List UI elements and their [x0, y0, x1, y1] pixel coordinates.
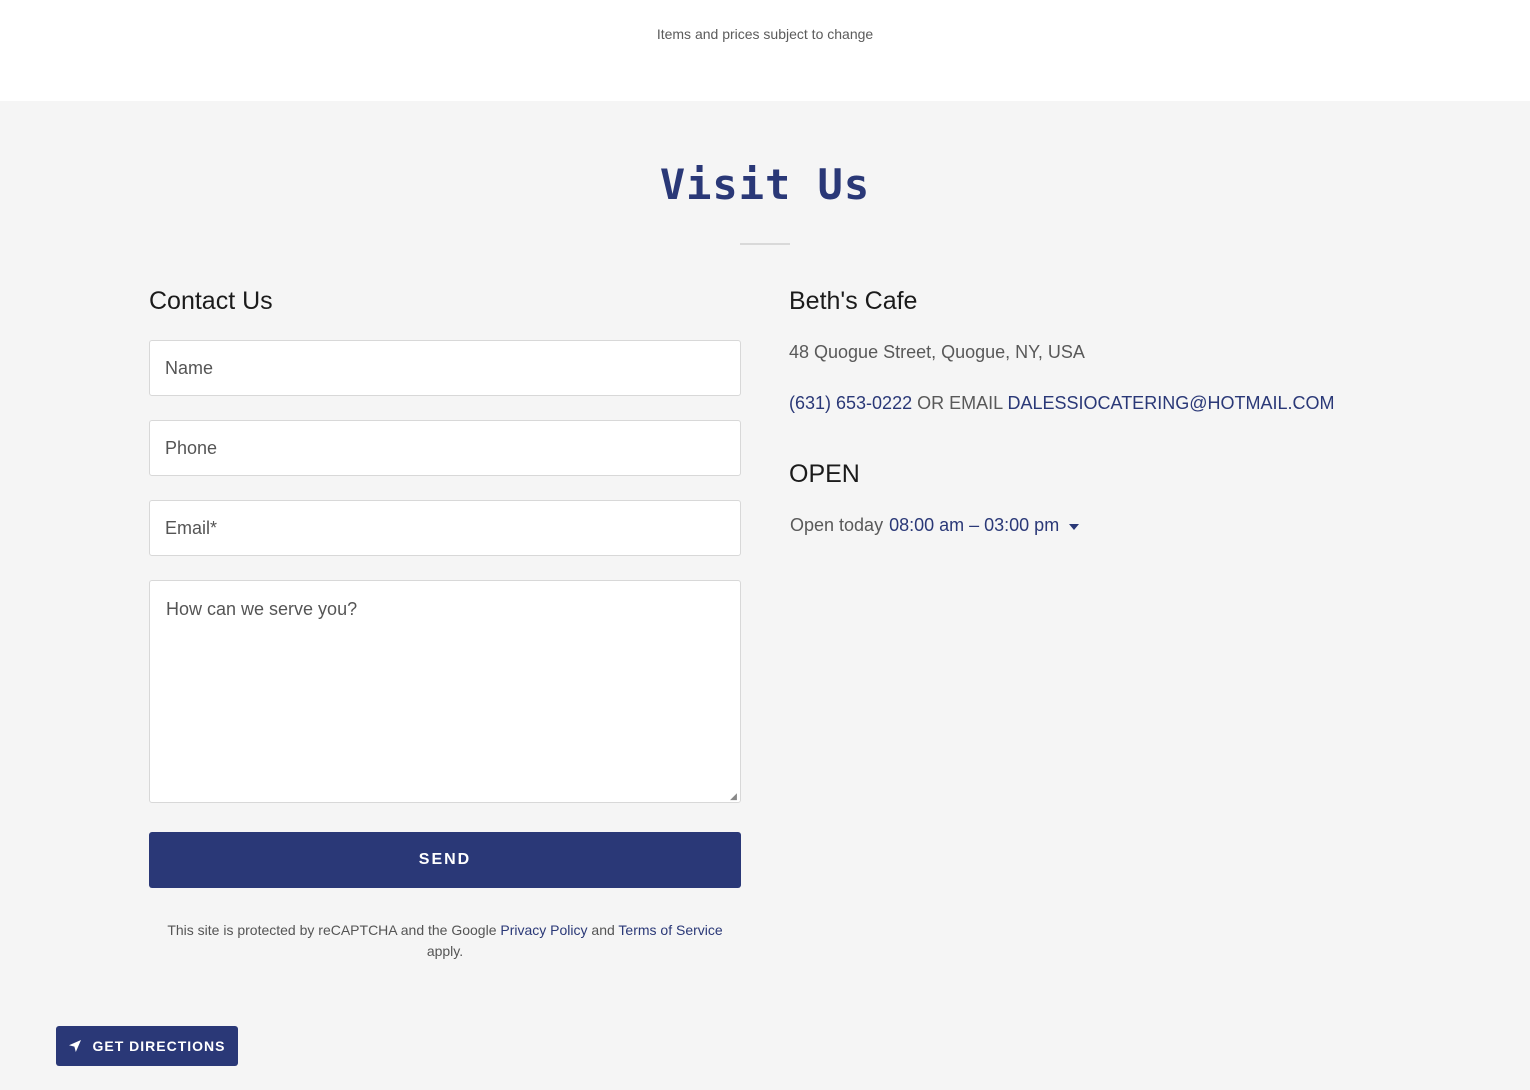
price-disclaimer: Items and prices subject to change — [656, 26, 874, 42]
hours-value: 08:00 am – 03:00 pm — [889, 515, 1060, 535]
phone-field — [149, 420, 741, 476]
chevron-down-icon — [1069, 524, 1080, 530]
hours-line: Open today 08:00 am – 03:00 pm — [790, 515, 1080, 536]
recaptcha-text: This site is protected by reCAPTCHA and … — [167, 922, 497, 938]
send-button[interactable]: SEND — [149, 832, 741, 888]
top-band: Items and prices subject to change — [0, 0, 1530, 101]
title-divider — [740, 243, 790, 245]
navigation-arrow-icon — [69, 1040, 82, 1052]
open-heading: OPEN — [789, 460, 860, 488]
business-info-column: Beth's Cafe 48 Quogue Street, Quogue, NY… — [789, 284, 1409, 535]
hours-dropdown[interactable]: 08:00 am – 03:00 pm — [889, 515, 1080, 536]
resize-grip-icon[interactable]: ◢ — [730, 792, 738, 801]
privacy-policy-link[interactable]: Privacy Policy — [500, 922, 587, 938]
business-address: 48 Quogue Street, Quogue, NY, USA — [789, 342, 1085, 362]
recaptcha-apply: apply. — [426, 943, 464, 959]
phone-link[interactable]: (631) 653-0222 — [789, 393, 912, 413]
message-textarea[interactable] — [150, 581, 740, 802]
section-title: Visit Us — [659, 160, 871, 209]
recaptcha-and: and — [591, 922, 615, 938]
name-input[interactable] — [150, 341, 740, 395]
terms-of-service-link[interactable]: Terms of Service — [618, 922, 722, 938]
get-directions-label: GET DIRECTIONS — [92, 1038, 226, 1054]
contact-line: (631) 653-0222 OR EMAIL DALESSIOCATERING… — [789, 393, 1334, 414]
email-link[interactable]: DALESSIOCATERING@HOTMAIL.COM — [1007, 393, 1334, 413]
message-field: ◢ — [149, 580, 741, 803]
business-name: Beth's Cafe — [789, 287, 918, 315]
name-field — [149, 340, 741, 396]
contact-heading: Contact Us — [149, 287, 273, 315]
email-input[interactable] — [150, 501, 740, 555]
email-field — [149, 500, 741, 556]
phone-input[interactable] — [150, 421, 740, 475]
contact-form-column: Contact Us ◢ SEND This site is protected… — [149, 284, 741, 959]
get-directions-button[interactable]: GET DIRECTIONS — [56, 1026, 238, 1066]
or-email-text: OR EMAIL — [917, 393, 1003, 413]
open-today-label: Open today — [790, 515, 884, 535]
recaptcha-notice: This site is protected by reCAPTCHA and … — [149, 920, 741, 962]
